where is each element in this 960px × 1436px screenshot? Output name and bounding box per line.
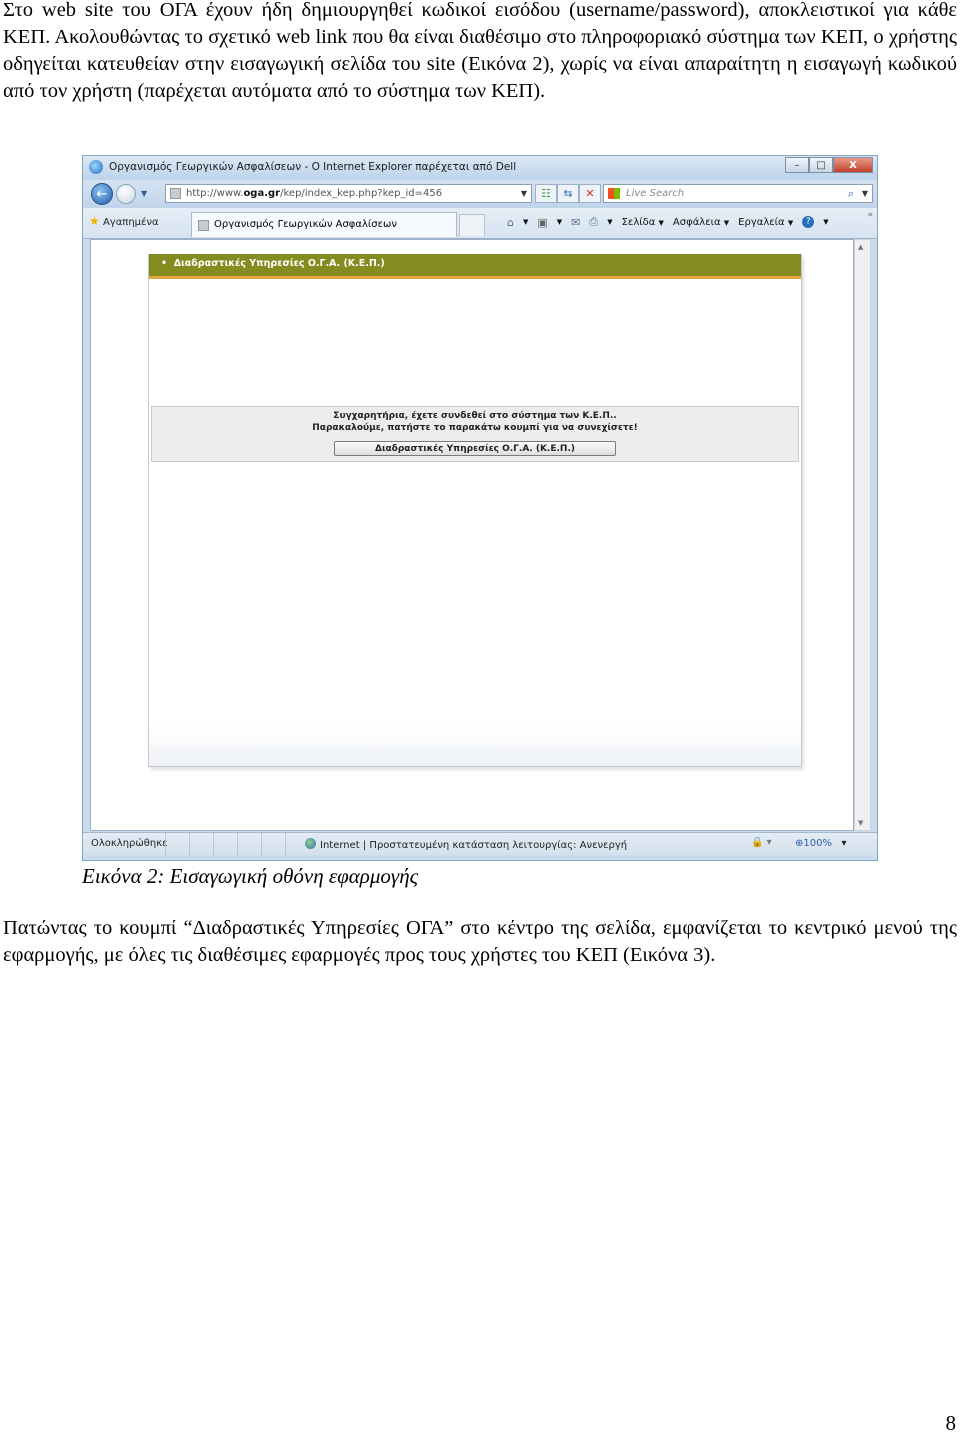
search-input[interactable]: Live Search ⌕ ▼ bbox=[603, 184, 873, 203]
star-icon: ★ bbox=[89, 214, 100, 228]
status-text: Ολοκληρώθηκε bbox=[91, 838, 168, 849]
body-paragraph: Πατώντας το κουμπί “Διαδραστικές Υπηρεσί… bbox=[3, 917, 957, 966]
address-bar[interactable]: http://www.oga.gr/kep/index_kep.php?kep_… bbox=[165, 184, 532, 203]
status-bar: Ολοκληρώθηκε Internet | Προστατευμένη κα… bbox=[83, 832, 877, 855]
scroll-down-icon[interactable]: ▼ bbox=[858, 819, 863, 827]
vertical-scrollbar[interactable]: ▲ ▼ bbox=[854, 239, 871, 831]
intro-paragraph: Στο web site του ΟΓΑ έχουν ήδη δημιουργη… bbox=[3, 0, 957, 102]
tools-menu[interactable]: Εργαλεία ▼ bbox=[738, 217, 793, 228]
page-container: • Διαδραστικές Υπηρεσίες Ο.Γ.Α. (Κ.Ε.Π.)… bbox=[148, 254, 802, 767]
favorites-button[interactable]: ★ Αγαπημένα bbox=[89, 214, 159, 228]
minimize-button[interactable]: – bbox=[785, 157, 809, 173]
page-header: • Διαδραστικές Υπηρεσίες Ο.Γ.Α. (Κ.Ε.Π.) bbox=[149, 254, 801, 279]
stop-icon[interactable]: ✕ bbox=[579, 184, 601, 203]
login-message-box: Συγχαρητήρια, έχετε συνδεθεί στο σύστημα… bbox=[151, 406, 799, 462]
search-dropdown-icon[interactable]: ▼ bbox=[862, 185, 868, 202]
home-icon[interactable]: ⌂ bbox=[507, 216, 514, 229]
page-icon bbox=[198, 220, 209, 231]
search-icon[interactable]: ⌕ bbox=[848, 185, 854, 202]
live-search-logo-icon bbox=[608, 188, 620, 199]
command-bar: ★ Αγαπημένα Οργανισμός Γεωργικών Ασφαλίσ… bbox=[83, 208, 877, 239]
navigation-bar: ← ▼ http://www.oga.gr/kep/index_kep.php?… bbox=[83, 180, 877, 208]
protected-mode-icon[interactable]: 🔒 ▾ bbox=[751, 837, 772, 848]
page-number: 8 bbox=[945, 1411, 957, 1435]
maximize-button[interactable]: □ bbox=[809, 157, 833, 173]
feeds-dropdown-icon[interactable]: ▼ bbox=[557, 218, 562, 226]
history-dropdown-icon[interactable]: ▼ bbox=[141, 189, 147, 198]
address-dropdown-icon[interactable]: ▼ bbox=[521, 185, 527, 202]
message-line-1: Συγχαρητήρια, έχετε συνδεθεί στο σύστημα… bbox=[333, 411, 617, 421]
page-icon bbox=[170, 188, 181, 199]
figure-caption: Εικόνα 2: Εισαγωγική οθόνη εφαρμογής bbox=[82, 864, 419, 888]
home-dropdown-icon[interactable]: ▼ bbox=[523, 218, 528, 226]
refresh-icon[interactable]: ⇆ bbox=[557, 184, 579, 203]
interactive-services-button[interactable]: Διαδραστικές Υπηρεσίες Ο.Γ.Α. (Κ.Ε.Π.) bbox=[334, 441, 616, 456]
close-button[interactable]: X bbox=[833, 157, 873, 173]
help-icon[interactable]: ? bbox=[802, 216, 815, 228]
print-dropdown-icon[interactable]: ▼ bbox=[607, 218, 612, 226]
page-header-title: • Διαδραστικές Υπηρεσίες Ο.Γ.Α. (Κ.Ε.Π.) bbox=[161, 258, 385, 269]
new-tab-button[interactable] bbox=[459, 214, 485, 236]
browser-tab[interactable]: Οργανισμός Γεωργικών Ασφαλίσεων bbox=[191, 212, 457, 237]
safety-menu[interactable]: Ασφάλεια ▼ bbox=[673, 217, 729, 228]
compatibility-view-icon[interactable]: ☷ bbox=[535, 184, 557, 203]
title-bar: Οργανισμός Γεωργικών Ασφαλίσεων - Ο Inte… bbox=[83, 156, 877, 180]
more-commands-icon[interactable]: » bbox=[867, 210, 873, 220]
help-dropdown-icon[interactable]: ▼ bbox=[823, 218, 828, 226]
window-title: Οργανισμός Γεωργικών Ασφαλίσεων - Ο Inte… bbox=[109, 161, 517, 173]
security-zone[interactable]: Internet | Προστατευμένη κατάσταση λειτο… bbox=[305, 838, 627, 851]
ie-logo-icon bbox=[89, 160, 103, 174]
browser-window: Οργανισμός Γεωργικών Ασφαλίσεων - Ο Inte… bbox=[82, 155, 878, 861]
message-line-2: Παρακαλούμε, πατήστε το παρακάτω κουμπί … bbox=[312, 423, 638, 433]
web-content: • Διαδραστικές Υπηρεσίες Ο.Γ.Α. (Κ.Ε.Π.)… bbox=[90, 239, 854, 831]
zoom-level[interactable]: ⊕100% ▾ bbox=[795, 838, 847, 849]
globe-icon bbox=[305, 838, 316, 849]
mail-icon[interactable]: ✉ bbox=[571, 216, 580, 229]
back-button[interactable]: ← bbox=[91, 183, 113, 205]
feeds-icon[interactable]: ▣ bbox=[537, 216, 547, 229]
forward-button[interactable] bbox=[116, 184, 136, 204]
print-icon[interactable]: ⎙ bbox=[589, 215, 598, 229]
scroll-up-icon[interactable]: ▲ bbox=[858, 243, 863, 251]
page-menu[interactable]: Σελίδα ▼ bbox=[622, 217, 664, 228]
